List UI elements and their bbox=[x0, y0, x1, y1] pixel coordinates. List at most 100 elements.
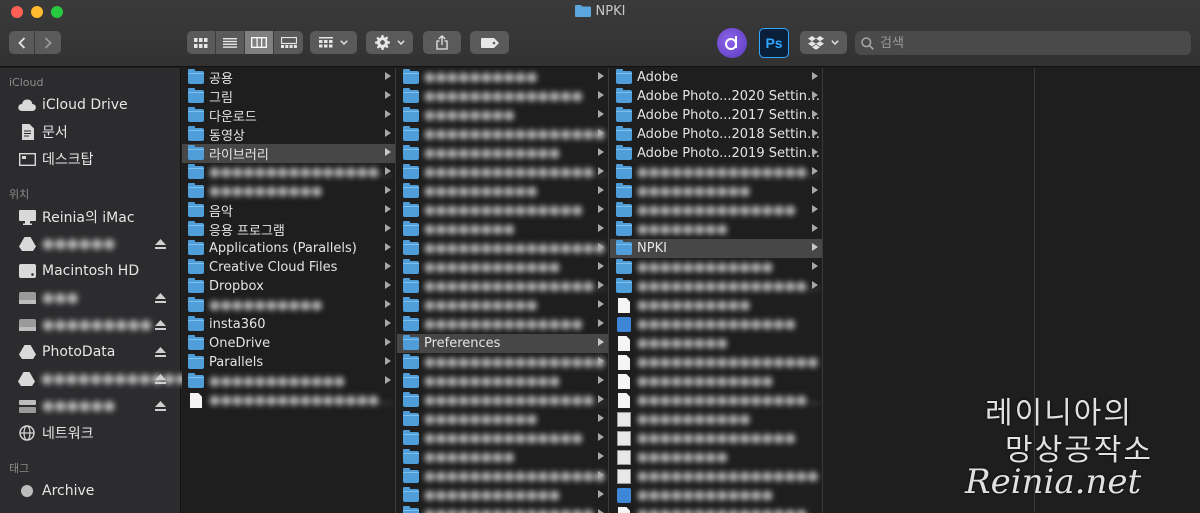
list-item[interactable]: ●●●●●●●●●● bbox=[610, 182, 822, 201]
list-item[interactable]: ●●●●●●●●●●●●●●●●●● bbox=[610, 277, 822, 296]
list-item[interactable]: ●●●●●●●●●● bbox=[397, 410, 608, 429]
list-item[interactable]: ●●●●●●●●●●●● bbox=[610, 486, 822, 505]
eject-icon[interactable] bbox=[155, 372, 166, 388]
list-item[interactable]: ●●●●●●●●●●●● bbox=[397, 144, 608, 163]
list-item[interactable]: ●●●●●●●●●●●●●●●●●● bbox=[182, 163, 395, 182]
sidebar-item-macintosh-hd[interactable]: Macintosh HD bbox=[18, 260, 178, 282]
eject-icon[interactable] bbox=[155, 291, 166, 307]
list-item[interactable]: Parallels bbox=[182, 353, 395, 372]
photoshop-app-icon[interactable]: Ps bbox=[759, 28, 789, 58]
list-item[interactable]: ●●●●●●●●●●●●●●●●●● bbox=[397, 277, 608, 296]
sidebar-item-tag-archive[interactable]: Archive bbox=[18, 480, 178, 502]
list-item[interactable]: Applications (Parallels) bbox=[182, 239, 395, 258]
list-item[interactable]: ●●●●●●●●●●●● bbox=[182, 372, 395, 391]
list-item[interactable]: OneDrive bbox=[182, 334, 395, 353]
list-item[interactable]: ●●●●●●●●●●●●●● bbox=[397, 429, 608, 448]
list-item[interactable]: 응용 프로그램 bbox=[182, 220, 395, 239]
list-item[interactable]: Adobe Photo...2017 Settings bbox=[610, 106, 822, 125]
sidebar-item-drive-3[interactable]: ●●●●●●●●● bbox=[18, 314, 178, 336]
list-item[interactable]: ●●●●●●●●●●●●●● bbox=[610, 429, 822, 448]
back-button[interactable] bbox=[9, 31, 35, 54]
sidebar-item-drive-1[interactable]: ●●●●●● bbox=[18, 233, 178, 255]
list-item[interactable]: Adobe Photo...2020 Settings bbox=[610, 87, 822, 106]
list-item[interactable]: ●●●●●●●●●● bbox=[610, 296, 822, 315]
list-item[interactable]: 공용 bbox=[182, 68, 395, 87]
gallery-view-button[interactable] bbox=[274, 31, 303, 54]
list-item[interactable]: ●●●●●●●●●●●●●● bbox=[397, 201, 608, 220]
eject-icon[interactable] bbox=[155, 237, 166, 253]
list-item[interactable]: Dropbox bbox=[182, 277, 395, 296]
list-item[interactable]: ●●●●●●●●●●●●●●●●●● bbox=[182, 391, 395, 410]
column-view-button[interactable] bbox=[245, 31, 274, 54]
list-item[interactable]: Adobe Photo...2018 Settings bbox=[610, 125, 822, 144]
list-item[interactable]: ●●●●●●●● bbox=[610, 220, 822, 239]
list-item[interactable]: ●●●●●●●●●●●●●● bbox=[610, 315, 822, 334]
list-item[interactable]: ●●●●●●●●●●●● bbox=[397, 258, 608, 277]
list-item[interactable]: 그림 bbox=[182, 87, 395, 106]
list-item-selected[interactable]: Preferences bbox=[397, 334, 608, 353]
list-item[interactable]: ●●●●●●●●●●●●●●●● bbox=[610, 467, 822, 486]
list-item[interactable]: ●●●●●●●●●●●●●●●●●● bbox=[397, 391, 608, 410]
list-item[interactable]: ●●●●●●●● bbox=[397, 106, 608, 125]
list-item[interactable]: ●●●●●●●●●●●●●●●● bbox=[397, 239, 608, 258]
list-item[interactable]: ●●●●●●●●●●●●●●●● bbox=[397, 467, 608, 486]
list-item[interactable]: ●●●●●●●●●● bbox=[610, 410, 822, 429]
dropbox-button[interactable] bbox=[800, 31, 847, 54]
list-item[interactable]: 동영상 bbox=[182, 125, 395, 144]
sidebar-item-drive-2[interactable]: ●●● bbox=[18, 287, 178, 309]
list-item[interactable]: ●●●●●●●●●●●●●● bbox=[397, 87, 608, 106]
list-item[interactable]: ●●●●●●●●●● bbox=[182, 296, 395, 315]
list-item[interactable]: ●●●●●●●● bbox=[397, 220, 608, 239]
search-input[interactable] bbox=[880, 35, 1180, 51]
list-item[interactable]: ●●●●●●●●●●●● bbox=[397, 372, 608, 391]
group-by-button[interactable] bbox=[310, 31, 357, 54]
list-item[interactable]: ●●●●●●●●●●●● bbox=[610, 258, 822, 277]
list-item[interactable]: ●●●●●●●● bbox=[610, 334, 822, 353]
list-item[interactable]: Adobe bbox=[610, 68, 822, 87]
list-item[interactable]: ●●●●●●●●●● bbox=[397, 296, 608, 315]
list-item[interactable]: ●●●●●●●●●●●●●●●●●● bbox=[397, 505, 608, 513]
list-item[interactable]: ●●●●●●●●●●●●●●●● bbox=[397, 125, 608, 144]
search-field[interactable] bbox=[855, 31, 1191, 55]
eject-icon[interactable] bbox=[155, 318, 166, 334]
sidebar-item-drive-4[interactable]: ●●●●●●●●●●●● bbox=[18, 368, 188, 390]
list-item[interactable]: ●●●●●●●● bbox=[610, 448, 822, 467]
sidebar-item-server[interactable]: ●●●●●● bbox=[18, 395, 178, 417]
tags-button[interactable] bbox=[470, 31, 509, 54]
list-item[interactable]: ●●●●●●●●●●●●●●●● bbox=[397, 353, 608, 372]
list-item[interactable]: insta360 bbox=[182, 315, 395, 334]
list-view-button[interactable] bbox=[216, 31, 245, 54]
list-item[interactable]: 음악 bbox=[182, 201, 395, 220]
list-item[interactable]: ●●●●●●●●●●●●●●●●●● bbox=[610, 505, 822, 513]
list-item[interactable]: ●●●●●●●●●● bbox=[397, 182, 608, 201]
list-item[interactable]: ●●●●●●●●●●●●●●●●●● bbox=[610, 163, 822, 182]
list-item[interactable]: ●●●●●●●●●● bbox=[182, 182, 395, 201]
forward-button[interactable] bbox=[35, 31, 61, 54]
icon-view-button[interactable] bbox=[187, 31, 216, 54]
sidebar-item-documents[interactable]: 문서 bbox=[18, 121, 178, 143]
list-item[interactable]: ●●●●●●●●●●●●●● bbox=[397, 315, 608, 334]
list-item[interactable]: ●●●●●●●●●●●●●●●●●● bbox=[397, 163, 608, 182]
list-item-selected[interactable]: 라이브러리 bbox=[182, 144, 395, 163]
share-button[interactable] bbox=[423, 31, 461, 54]
list-item[interactable]: ●●●●●●●●●● bbox=[397, 68, 608, 87]
sidebar-item-photodata[interactable]: PhotoData bbox=[18, 341, 178, 363]
list-item[interactable]: ●●●●●●●● bbox=[397, 448, 608, 467]
list-item[interactable]: ●●●●●●●●●●●● bbox=[610, 372, 822, 391]
list-item[interactable]: ●●●●●●●●●●●●●●●● bbox=[610, 353, 822, 372]
list-item[interactable]: Creative Cloud Files bbox=[182, 258, 395, 277]
list-item[interactable]: ●●●●●●●●●●●●●●●●●● bbox=[610, 391, 822, 410]
eject-icon[interactable] bbox=[155, 345, 166, 361]
list-item[interactable]: 다운로드 bbox=[182, 106, 395, 125]
action-menu-button[interactable] bbox=[366, 31, 413, 54]
eject-icon[interactable] bbox=[155, 399, 166, 415]
list-item[interactable]: ●●●●●●●●●●●● bbox=[397, 486, 608, 505]
list-item[interactable]: Adobe Photo...2019 Settings bbox=[610, 144, 822, 163]
sidebar-item-network[interactable]: 네트워크 bbox=[18, 422, 178, 444]
creative-cloud-app-icon[interactable] bbox=[717, 28, 747, 58]
sidebar-item-imac[interactable]: Reinia의 iMac bbox=[18, 206, 178, 228]
sidebar-item-icloud-drive[interactable]: iCloud Drive bbox=[18, 94, 178, 116]
list-item-selected[interactable]: NPKI bbox=[610, 239, 822, 258]
sidebar-item-desktop[interactable]: 데스크탑 bbox=[18, 148, 178, 170]
list-item[interactable]: ●●●●●●●●●●●●●● bbox=[610, 201, 822, 220]
